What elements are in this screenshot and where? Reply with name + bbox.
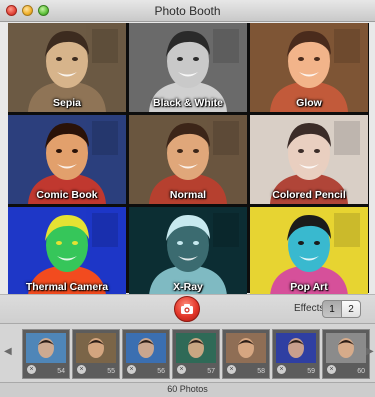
filmstrip-photo-thumb[interactable]: × 56 <box>122 329 170 379</box>
photo-thumbnail <box>226 333 266 363</box>
effect-label: Normal <box>169 189 207 201</box>
effect-tile-black-white[interactable]: Black & White <box>129 23 247 112</box>
controls-bar: Effects 1 2 <box>0 294 375 323</box>
take-photo-button[interactable] <box>174 296 200 322</box>
effect-label: Black & White <box>152 97 223 109</box>
delete-badge-icon[interactable]: × <box>77 365 86 374</box>
photo-booth-window: Photo Booth Sepia Black & White Glow Comic … <box>0 0 375 397</box>
window-title: Photo Booth <box>154 4 221 18</box>
effects-label: Effects <box>294 303 325 314</box>
photo-number: 54 <box>57 368 65 375</box>
photo-thumbnail <box>326 333 366 363</box>
effect-label: Colored Pencil <box>272 189 346 201</box>
effect-label: Thermal Camera <box>25 281 109 293</box>
photo-thumbnail <box>176 333 216 363</box>
delete-badge-icon[interactable]: × <box>327 365 336 374</box>
effect-tile-comic-book[interactable]: Comic Book <box>8 115 126 204</box>
photo-number: 58 <box>257 368 265 375</box>
effect-tile-x-ray[interactable]: X-Ray <box>129 207 247 296</box>
delete-badge-icon[interactable]: × <box>277 365 286 374</box>
effect-label: X-Ray <box>173 281 203 293</box>
effect-tile-colored-pencil[interactable]: Colored Pencil <box>250 115 368 204</box>
filmstrip-photo-thumb[interactable]: × 55 <box>72 329 120 379</box>
photo-number: 56 <box>157 368 165 375</box>
delete-badge-icon[interactable]: × <box>227 365 236 374</box>
effect-tile-sepia[interactable]: Sepia <box>8 23 126 112</box>
filmstrip-photo-thumb[interactable]: × 59 <box>272 329 320 379</box>
photo-number: 60 <box>357 368 365 375</box>
effect-label: Glow <box>296 97 322 109</box>
photo-thumbnail <box>126 333 166 363</box>
effect-tile-normal[interactable]: Normal <box>129 115 247 204</box>
photo-thumbnail <box>276 333 316 363</box>
status-bar: 60 Photos <box>0 382 375 397</box>
scroll-left-arrow-icon[interactable]: ◀ <box>4 346 12 357</box>
effect-label: Pop Art <box>290 281 328 293</box>
delete-badge-icon[interactable]: × <box>27 365 36 374</box>
filmstrip-photo-thumb[interactable]: × 57 <box>172 329 220 379</box>
delete-badge-icon[interactable]: × <box>177 365 186 374</box>
effect-tile-pop-art[interactable]: Pop Art <box>250 207 368 296</box>
photo-number: 57 <box>207 368 215 375</box>
scroll-right-arrow-icon[interactable]: ▶ <box>366 346 374 357</box>
photo-count: 60 Photos <box>167 384 208 394</box>
photo-filmstrip: ◀ × 54 × 55 × 56 × 57 × 58 × 59 × 60 ▶ <box>0 323 375 383</box>
camera-icon <box>181 304 193 314</box>
effect-tile-glow[interactable]: Glow <box>250 23 368 112</box>
effects-page-1-button[interactable]: 1 <box>322 300 342 318</box>
effects-grid: Sepia Black & White Glow Comic Book Normal Co… <box>8 23 369 296</box>
photo-thumbnail <box>26 333 66 363</box>
effects-page-2-button[interactable]: 2 <box>341 300 361 318</box>
photo-thumbnail <box>76 333 116 363</box>
filmstrip-photo-thumb[interactable]: × 58 <box>222 329 270 379</box>
effect-label: Sepia <box>52 97 81 109</box>
effect-label: Comic Book <box>36 189 98 201</box>
photo-number: 55 <box>107 368 115 375</box>
filmstrip-photo-thumb[interactable]: × 54 <box>22 329 70 379</box>
delete-badge-icon[interactable]: × <box>127 365 136 374</box>
photo-number: 59 <box>307 368 315 375</box>
title-bar: Photo Booth <box>0 0 375 22</box>
effect-tile-thermal-camera[interactable]: Thermal Camera <box>8 207 126 296</box>
filmstrip-photo-thumb[interactable]: × 60 <box>322 329 370 379</box>
